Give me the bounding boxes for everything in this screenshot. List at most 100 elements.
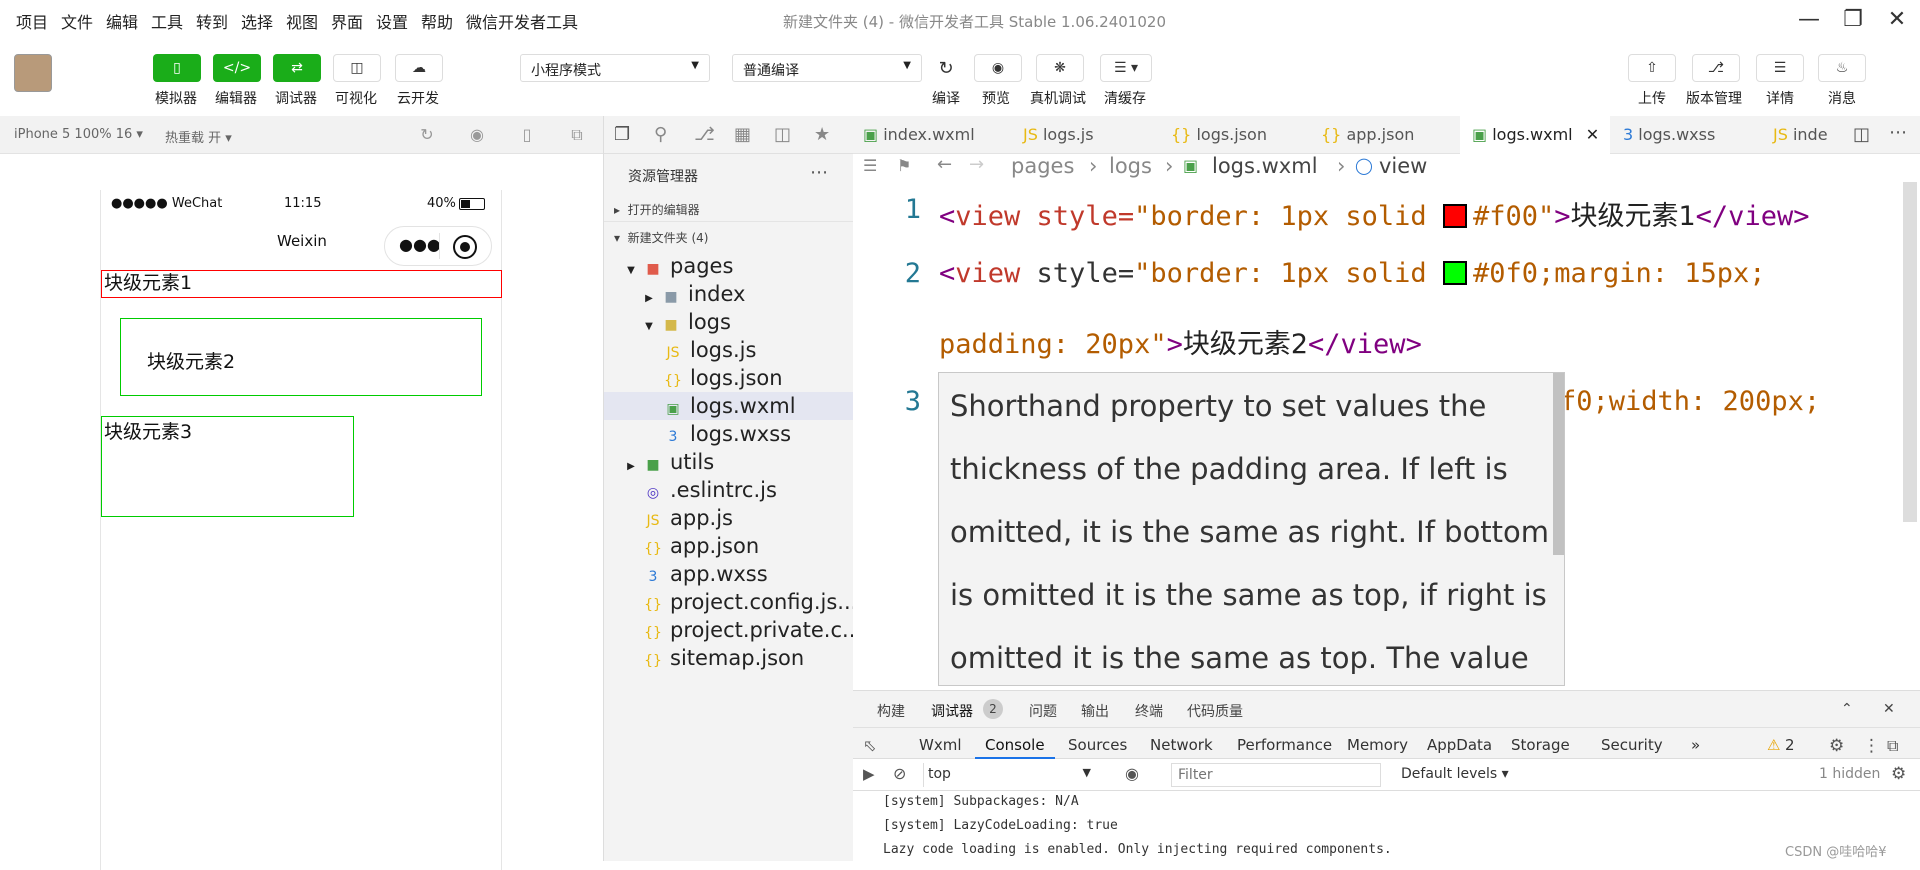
files-icon[interactable]: ❐ (614, 124, 630, 145)
tab-sources[interactable]: Sources (1068, 736, 1127, 754)
more-actions-icon[interactable]: ⋯ (810, 162, 828, 183)
maximize-icon[interactable]: ❐ (1828, 4, 1878, 36)
tree-item-logs[interactable]: ▼ ■ logs (604, 308, 854, 336)
debugger-button[interactable]: ⇄ (273, 54, 321, 82)
menu-ui[interactable]: 界面 (331, 9, 363, 33)
tab-network[interactable]: Network (1150, 736, 1213, 754)
color-swatch-green[interactable] (1442, 261, 1467, 285)
mode-select[interactable]: 小程序模式 ▼ (520, 54, 710, 82)
tab-output[interactable]: 输出 (1081, 701, 1109, 721)
tab-wxml[interactable]: Wxml (919, 736, 962, 754)
tooltip-scrollbar[interactable] (1553, 373, 1564, 555)
tree-item-utils[interactable]: ▶ ■ utils (604, 448, 854, 476)
close-tab-icon[interactable]: ✕ (1586, 125, 1599, 144)
menu-wechat-devtools[interactable]: 微信开发者工具 (466, 9, 578, 33)
collapse-icon[interactable]: ⌃ (1841, 701, 1853, 717)
more-tabs-icon[interactable]: » (1691, 736, 1700, 754)
tab-appdata[interactable]: AppData (1427, 736, 1492, 754)
tree-item-project-config[interactable]: {} project.config.js... (604, 588, 857, 616)
folder-section[interactable]: ▾ 新建文件夹 (4) (604, 226, 854, 250)
tree-item-sitemap[interactable]: {} sitemap.json (604, 644, 854, 672)
tree-item-project-private[interactable]: {} project.private.c... (604, 616, 862, 644)
bookmark-icon[interactable]: ⚑ (897, 156, 911, 175)
tree-item-logs-wxss[interactable]: 3 logs.wxss (604, 420, 854, 448)
messages-button[interactable]: ♨ (1818, 54, 1866, 82)
menu-select[interactable]: 选择 (241, 9, 273, 33)
more-vert-icon[interactable]: ⋮ (1863, 736, 1880, 756)
editor-button[interactable]: </> (213, 54, 261, 82)
popout-icon[interactable]: ⧉ (568, 126, 586, 144)
back-arrow-icon[interactable]: ← (937, 154, 952, 175)
color-swatch-red[interactable] (1442, 204, 1467, 228)
device-select[interactable]: iPhone 5 100% 16 ▾ (14, 127, 143, 142)
tree-item-eslintrc[interactable]: ◎ .eslintrc.js (604, 476, 854, 504)
breadcrumb-view[interactable]: view (1379, 154, 1427, 178)
preview-button[interactable]: ◉ (974, 54, 1022, 82)
tree-item-app-js[interactable]: JS app.js (604, 504, 854, 532)
tab-logs-js[interactable]: JS logs.js (1023, 116, 1163, 154)
tab-app-json[interactable]: {} app.json (1321, 116, 1461, 154)
more-actions-icon[interactable]: ⋯ (1889, 122, 1907, 143)
compile-select[interactable]: 普通编译 ▼ (732, 54, 922, 82)
menu-edit[interactable]: 编辑 (106, 9, 138, 33)
forward-arrow-icon[interactable]: → (969, 154, 984, 175)
cloud-button[interactable]: ☁ (395, 54, 443, 82)
simulator-button[interactable]: ▯ (153, 54, 201, 82)
tree-item-index[interactable]: ▶ ■ index (604, 280, 854, 308)
menu-file[interactable]: 文件 (61, 9, 93, 33)
tab-memory[interactable]: Memory (1347, 736, 1408, 754)
compile-button[interactable]: ↻ (924, 54, 968, 82)
warning-count[interactable]: 2 (1785, 736, 1795, 754)
docker-icon[interactable]: ★ (814, 124, 830, 145)
real-debug-button[interactable]: ❋ (1036, 54, 1084, 82)
tree-item-logs-json[interactable]: {} logs.json (604, 364, 854, 392)
git-icon[interactable]: ⎇ (694, 124, 715, 145)
open-editors-section[interactable]: ▸ 打开的编辑器 (604, 198, 854, 222)
clear-cache-button[interactable]: ☰ ▾ (1100, 54, 1152, 82)
tab-inde[interactable]: JS inde (1773, 116, 1843, 154)
hot-reload-toggle[interactable]: 热重载 开 ▾ (165, 127, 232, 146)
tab-logs-wxss[interactable]: 3 logs.wxss (1623, 116, 1773, 154)
tab-logs-json[interactable]: {} logs.json (1171, 116, 1321, 154)
tab-performance[interactable]: Performance (1237, 736, 1332, 754)
more-dots-icon[interactable]: ●●● (399, 235, 441, 254)
breadcrumb-logs[interactable]: logs (1109, 154, 1152, 178)
settings-gear-icon[interactable]: ⚙ (1829, 736, 1844, 756)
search-icon[interactable]: ⚲ (654, 124, 667, 145)
menu-settings[interactable]: 设置 (376, 9, 408, 33)
visual-button[interactable]: ◫ (333, 54, 381, 82)
clear-console-icon[interactable]: ⊘ (893, 764, 906, 783)
extensions-icon[interactable]: ▦ (734, 124, 751, 145)
menu-view[interactable]: 视图 (286, 9, 318, 33)
close-capsule-icon[interactable] (453, 235, 477, 259)
eye-icon[interactable]: ◉ (1125, 764, 1139, 783)
tab-build[interactable]: 构建 (877, 701, 905, 721)
console-filter-input[interactable] (1171, 763, 1381, 787)
tree-item-app-wxss[interactable]: 3 app.wxss (604, 560, 854, 588)
menu-goto[interactable]: 转到 (196, 9, 228, 33)
tab-debugger[interactable]: 调试器 (931, 701, 973, 721)
menu-tools[interactable]: 工具 (151, 9, 183, 33)
tab-console[interactable]: Console (985, 736, 1045, 754)
record-icon[interactable]: ◉ (468, 126, 486, 144)
outline-icon[interactable]: ☰ (863, 156, 877, 175)
tab-problems[interactable]: 问题 (1029, 701, 1057, 721)
tree-item-app-json[interactable]: {} app.json (604, 532, 854, 560)
version-button[interactable]: ⎇ (1692, 54, 1740, 82)
avatar[interactable] (14, 54, 52, 92)
layout-panel-icon[interactable]: ◫ (774, 124, 791, 145)
log-levels-select[interactable]: Default levels ▾ (1401, 766, 1509, 782)
device-icon[interactable]: ▯ (518, 126, 536, 144)
tree-item-logs-js[interactable]: JS logs.js (604, 336, 854, 364)
tab-storage[interactable]: Storage (1511, 736, 1570, 754)
sidebar-toggle-icon[interactable]: ▶ (863, 765, 875, 783)
tree-item-pages[interactable]: ▼ ■ pages (604, 252, 854, 280)
capsule-menu[interactable]: ●●● (384, 226, 492, 266)
inspect-icon[interactable]: ⬁ (863, 736, 876, 755)
console-settings-gear-icon[interactable]: ⚙ (1891, 764, 1906, 784)
close-panel-icon[interactable]: ✕ (1883, 701, 1895, 717)
details-button[interactable]: ☰ (1756, 54, 1804, 82)
tab-terminal[interactable]: 终端 (1135, 701, 1163, 721)
tab-index-wxml[interactable]: ▣ index.wxml (863, 116, 1013, 154)
tab-security[interactable]: Security (1601, 736, 1663, 754)
